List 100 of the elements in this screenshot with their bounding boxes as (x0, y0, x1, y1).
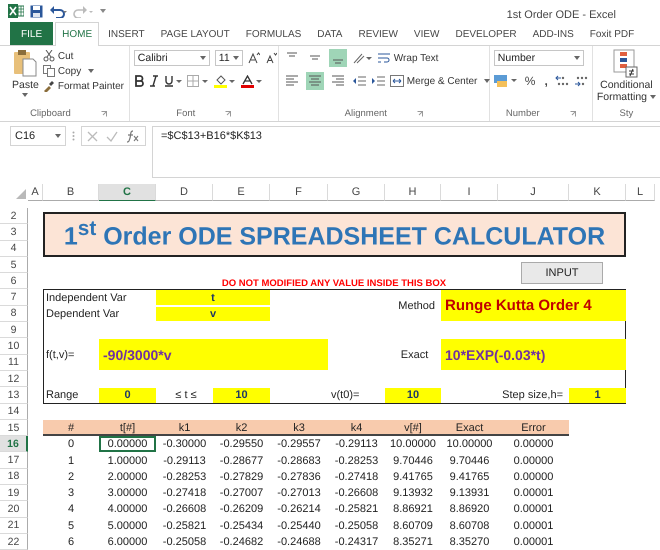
underline-icon[interactable] (164, 75, 182, 87)
horizontal-align-icon[interactable] (306, 72, 324, 90)
customize-caret-icon[interactable] (99, 8, 107, 14)
conditional-formatting-button[interactable]: Conditional Formatting (596, 49, 656, 103)
cut-button[interactable]: Cut (42, 49, 124, 63)
save-icon[interactable] (30, 4, 43, 18)
currency-format-icon[interactable] (494, 74, 518, 88)
column-header[interactable]: K (569, 184, 626, 201)
row-header[interactable]: 16 (0, 436, 28, 452)
bold-icon[interactable] (134, 75, 144, 87)
table-cell-text: -0.26608 (334, 486, 380, 502)
wrap-text-button[interactable]: Wrap Text (376, 51, 438, 65)
group-label: Sty (620, 108, 634, 119)
increase-indent-icon[interactable] (370, 75, 385, 87)
format-painter-button[interactable]: Format Painter (42, 79, 124, 93)
ribbon-tab[interactable]: REVIEW (351, 22, 405, 45)
table-cell-text: -0.28253 (334, 454, 380, 469)
table-cell-text: -0.28683 (276, 454, 322, 469)
table-cell-text: 2.00000 (106, 470, 148, 485)
column-heading: k1 (178, 421, 192, 436)
row-header[interactable]: 17 (0, 452, 28, 469)
ribbon-tab[interactable]: VIEW (406, 22, 446, 45)
increase-decimal-icon[interactable] (554, 75, 569, 87)
name-box[interactable]: C16 (10, 126, 66, 146)
column-header[interactable]: I (441, 184, 498, 201)
copy-button[interactable]: Copy (42, 64, 124, 78)
row-header[interactable]: 4 (0, 240, 28, 257)
font-color-icon[interactable] (240, 74, 263, 88)
comma-style-button[interactable]: , (542, 74, 550, 88)
parameter-value: 1 (569, 388, 626, 403)
insert-function-icon[interactable] (126, 130, 140, 142)
row-header[interactable]: 19 (0, 485, 28, 502)
dialog-launcher-icon[interactable] (100, 110, 107, 116)
dialog-launcher-icon[interactable] (225, 110, 232, 116)
decrease-decimal-icon[interactable] (574, 75, 588, 87)
column-header[interactable]: F (270, 184, 328, 201)
row-header[interactable]: 6 (0, 273, 28, 290)
column-header[interactable]: G (328, 184, 385, 201)
row-header[interactable]: 21 (0, 518, 28, 534)
ribbon-tab[interactable]: FORMULAS (238, 22, 308, 45)
ribbon-tab[interactable]: Foxit PDF (582, 22, 642, 45)
column-header[interactable]: B (43, 184, 99, 201)
ribbon-tab[interactable]: ADD-INS (526, 22, 581, 45)
borders-icon[interactable] (186, 75, 209, 87)
row-header[interactable]: 11 (0, 354, 28, 371)
font-name-dropdown[interactable]: Calibri (134, 50, 210, 66)
percent-style-button[interactable]: % (522, 74, 538, 88)
number-format-dropdown[interactable]: Number (494, 50, 584, 66)
italic-icon[interactable] (148, 75, 159, 87)
ribbon-tab[interactable]: PAGE LAYOUT (154, 22, 237, 45)
orientation-icon[interactable] (352, 51, 372, 65)
column-header[interactable]: D (156, 184, 213, 201)
spreadsheet-logo-icon[interactable] (8, 4, 24, 18)
row-header[interactable]: 10 (0, 338, 28, 355)
ribbon-tab[interactable]: HOME (55, 22, 100, 46)
scissors-icon (42, 50, 55, 62)
row-header[interactable]: 13 (0, 387, 28, 404)
row-header[interactable]: 3 (0, 224, 28, 241)
table-cell-text: 6.00000 (106, 535, 148, 550)
row-header[interactable]: 18 (0, 468, 28, 486)
column-header[interactable]: C (99, 184, 156, 201)
column-header[interactable]: A (28, 184, 43, 201)
row-header[interactable]: 7 (0, 289, 28, 306)
merge-center-button[interactable]: Merge & Center (390, 74, 490, 88)
undo-icon[interactable] (49, 4, 67, 18)
shrink-font-icon[interactable] (264, 52, 277, 64)
ribbon-tab[interactable]: FILE (10, 22, 54, 45)
row-header[interactable]: 12 (0, 370, 28, 388)
ribbon-tab[interactable]: DEVELOPER (448, 22, 524, 45)
table-cell-text: 8.60709 (392, 518, 434, 534)
column-header[interactable]: E (213, 184, 270, 201)
font-size-dropdown[interactable]: 11 (214, 50, 243, 66)
column-header[interactable]: J (498, 184, 569, 201)
paste-button[interactable]: Paste (12, 49, 39, 97)
row-header[interactable]: 9 (0, 322, 28, 338)
table-cell[interactable]: 0.00000 (99, 436, 156, 452)
vertical-align-icon[interactable] (328, 49, 347, 67)
table-cell-text: 8.86920 (448, 502, 490, 518)
table-cell-text: 5.00000 (106, 518, 148, 534)
column-header[interactable]: L (626, 184, 655, 201)
row-header[interactable]: 2 (0, 208, 28, 224)
row-header[interactable]: 8 (0, 306, 28, 322)
column-heading: v[#] (403, 421, 423, 436)
ribbon-tab[interactable]: DATA (310, 22, 350, 45)
table-cell-text: 0.00000 (512, 470, 554, 485)
formula-input[interactable]: =$C$13+B16*$K$13 (152, 126, 660, 178)
fill-color-icon[interactable] (214, 74, 236, 88)
dialog-launcher-icon[interactable] (416, 110, 423, 116)
grow-font-icon[interactable] (248, 52, 260, 64)
row-header[interactable]: 20 (0, 501, 28, 518)
row-header[interactable]: 22 (0, 534, 28, 550)
input-button[interactable]: INPUT (521, 262, 603, 284)
table-cell-text: -0.30000 (162, 437, 208, 452)
column-header[interactable]: H (385, 184, 441, 201)
dialog-launcher-icon[interactable] (570, 110, 576, 116)
row-header[interactable]: 5 (0, 256, 28, 274)
row-header[interactable]: 14 (0, 404, 28, 420)
decrease-indent-icon[interactable] (352, 75, 366, 87)
table-cell-text: -0.24688 (276, 535, 322, 550)
ribbon-tab[interactable]: INSERT (101, 22, 152, 45)
